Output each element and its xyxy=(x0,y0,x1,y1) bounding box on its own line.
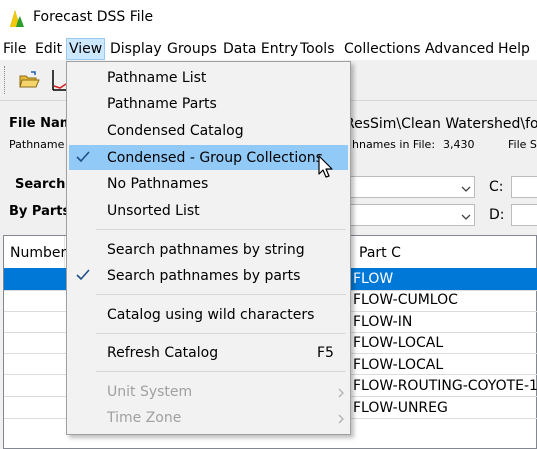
part-d-label: D: xyxy=(489,207,505,223)
menu-item-catalog-wild-characters[interactable]: Catalog using wild characters xyxy=(107,307,314,323)
menu-item-refresh-catalog[interactable]: Refresh Catalog xyxy=(107,345,218,361)
part-c-combo[interactable] xyxy=(511,176,537,198)
menu-item-unsorted-list[interactable]: Unsorted List xyxy=(107,203,200,219)
table-row-cell[interactable]: FLOW-UNREG xyxy=(353,400,448,416)
menu-shortcut-f5: F5 xyxy=(317,345,334,361)
checkmark-icon xyxy=(75,150,91,164)
menu-bar: File Edit View Display Groups Data Entry… xyxy=(0,36,537,60)
menu-separator xyxy=(96,229,346,230)
app-icon xyxy=(9,8,25,28)
file-size-label: File S xyxy=(508,138,537,151)
column-header-part-c[interactable]: Part C xyxy=(350,236,537,270)
menu-item-search-by-string[interactable]: Search pathnames by string xyxy=(107,242,305,258)
toolbar-grip[interactable] xyxy=(4,66,8,94)
table-row-cell[interactable]: FLOW-ROUTING-COYOTE-1 xyxy=(353,378,537,394)
window-title: Forecast DSS File xyxy=(33,9,154,25)
chevron-down-icon xyxy=(461,182,471,192)
menu-item-search-by-parts[interactable]: Search pathnames by parts xyxy=(107,268,300,284)
part-c-label: C: xyxy=(489,179,504,195)
menu-tools[interactable]: Tools xyxy=(300,40,335,58)
part-b-combo[interactable] xyxy=(345,176,475,198)
menu-item-pathname-list[interactable]: Pathname List xyxy=(107,70,206,86)
file-name-label: File Nam xyxy=(9,116,74,131)
menu-item-unit-system[interactable]: Unit System xyxy=(107,384,192,400)
menu-item-condensed-group-collections[interactable]: Condensed - Group Collections xyxy=(107,150,323,166)
mouse-cursor-icon xyxy=(318,155,336,181)
menu-item-pathname-parts[interactable]: Pathname Parts xyxy=(107,96,217,112)
chevron-right-icon xyxy=(337,387,345,398)
file-path-value: ResSim\Clean Watershed\for xyxy=(345,116,537,132)
table-row-cell[interactable]: FLOW xyxy=(353,271,393,287)
menu-view[interactable]: View xyxy=(66,38,106,60)
part-d-combo[interactable] xyxy=(511,204,537,226)
menu-data-entry[interactable]: Data Entry xyxy=(223,40,298,58)
menu-item-time-zone[interactable]: Time Zone xyxy=(107,410,181,426)
menu-file[interactable]: File xyxy=(3,40,26,58)
table-row-cell[interactable]: FLOW-IN xyxy=(353,314,412,330)
menu-edit[interactable]: Edit xyxy=(35,40,62,58)
column-header-part-c-label: Part C xyxy=(359,245,401,261)
chevron-right-icon xyxy=(337,413,345,424)
menu-groups[interactable]: Groups xyxy=(167,40,217,58)
pathname-label: Pathname xyxy=(9,138,65,151)
open-folder-icon[interactable] xyxy=(18,70,40,90)
checkmark-icon xyxy=(75,268,91,282)
menu-item-condensed-catalog[interactable]: Condensed Catalog xyxy=(107,123,244,139)
table-row-cell[interactable]: FLOW-CUMLOC xyxy=(353,292,458,308)
menu-separator xyxy=(96,294,346,295)
menu-help[interactable]: Help xyxy=(498,40,530,58)
table-row-cell[interactable]: FLOW-LOCAL xyxy=(353,357,443,373)
menu-display[interactable]: Display xyxy=(110,40,162,58)
menu-advanced[interactable]: Advanced xyxy=(425,40,494,58)
chart-icon[interactable] xyxy=(50,66,67,94)
menu-item-no-pathnames[interactable]: No Pathnames xyxy=(107,176,208,192)
search-label: Search xyxy=(15,177,66,192)
menu-separator xyxy=(96,371,346,372)
pathnames-in-file-label: hnames in File: xyxy=(352,138,436,151)
menu-separator xyxy=(96,333,346,334)
column-header-number-label: Number xyxy=(10,245,67,261)
table-row-cell[interactable]: FLOW-LOCAL xyxy=(353,335,443,351)
menu-collections[interactable]: Collections xyxy=(344,40,421,58)
column-header-number[interactable]: Number xyxy=(4,236,67,270)
part-e-combo[interactable] xyxy=(345,204,475,226)
pathnames-in-file-value: 3,430 xyxy=(443,138,475,151)
chevron-down-icon xyxy=(461,210,471,220)
